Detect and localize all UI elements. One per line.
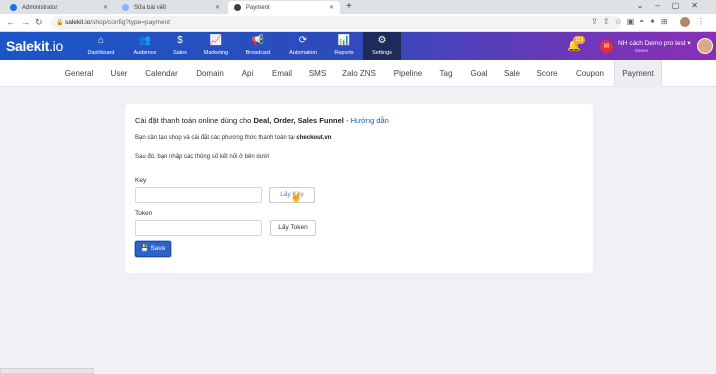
nav-dashboard[interactable]: ⌂ Dashboard [82, 35, 120, 56]
address-bar[interactable]: 🔒 salekit.io/shop/config?type=payment [51, 16, 621, 30]
nav-label: Sales [173, 50, 187, 56]
forward-arrow-icon[interactable]: → [21, 17, 30, 27]
tab-email[interactable]: Email [262, 60, 302, 87]
browser-tab-administrator[interactable]: Administrator ✕ [4, 1, 114, 14]
notification-badge: 113 [573, 36, 585, 44]
guide-link[interactable]: Hướng dẫn [351, 116, 389, 125]
logo-text: Salekit [6, 38, 50, 54]
browser-tab-payment[interactable]: Payment ✕ [228, 1, 340, 14]
tab-payment[interactable]: Payment [614, 60, 662, 87]
browser-tab-edit-post[interactable]: Sửa bài viết ✕ [116, 1, 226, 14]
close-icon[interactable]: ✕ [329, 4, 334, 11]
automation-icon: ⟳ [298, 35, 308, 46]
bar-chart-icon: 📊 [337, 35, 351, 46]
avatar[interactable] [697, 38, 713, 54]
mail-icon[interactable]: ✉ [600, 40, 613, 53]
dollar-icon: $ [177, 35, 183, 46]
lock-icon: 🔒 [56, 20, 64, 26]
tab-title: Payment [246, 4, 270, 11]
nav-audience[interactable]: 👥 Audience [126, 35, 164, 56]
nav-label: Audience [133, 50, 157, 56]
tab-title: Administrator [22, 4, 58, 11]
tab-pipeline[interactable]: Pipeline [385, 60, 431, 87]
close-icon[interactable]: ✕ [215, 4, 220, 11]
tab-api[interactable]: Api [233, 60, 262, 87]
checkout-domain: checkout.vn [296, 135, 332, 141]
payment-settings-card: Cài đặt thanh toán online dùng cho Deal,… [125, 104, 593, 273]
url-path: /shop/config?type=payment [90, 19, 170, 26]
instruction-line-2: Sau đó, bạn nhập các thông số kết nối ở … [135, 154, 269, 160]
tab-zalo-zns[interactable]: Zalo ZNS [333, 60, 385, 87]
tab-goal[interactable]: Goal [461, 60, 497, 87]
megaphone-icon: 📢 [251, 35, 265, 46]
browser-status-bar [0, 368, 94, 374]
nav-label: Settings [372, 50, 392, 56]
mouse-cursor-icon: ☝ [290, 192, 303, 203]
headline-bold: Deal, Order, Sales Funnel [253, 116, 344, 125]
nav-label: Automation [289, 50, 317, 56]
app-header: Salekit.io ⌂ Dashboard 👥 Audience $ Sale… [0, 32, 716, 60]
chart-up-icon: 📈 [209, 35, 223, 46]
headline-text: Cài đặt thanh toán online dùng cho [135, 116, 254, 125]
tab-domain[interactable]: Domain [187, 60, 233, 87]
gear-icon: ⚙ [377, 35, 387, 46]
nav-label: Broadcast [245, 50, 271, 56]
settings-subtabs: General User Calendar Domain Api Email S… [0, 60, 716, 87]
new-tab-button[interactable]: + [346, 1, 352, 12]
close-icon[interactable]: ✕ [103, 4, 108, 11]
save-button[interactable]: 💾 Save [135, 241, 171, 257]
nav-sales[interactable]: $ Sales [161, 35, 199, 56]
instruction-line-1: Bạn cần tạo shop và cài đặt các phương t… [135, 135, 331, 141]
tab-sms[interactable]: SMS [302, 60, 333, 87]
tab-user[interactable]: User [102, 60, 136, 87]
nav-label: Reports [334, 50, 354, 56]
people-icon: 👥 [138, 35, 152, 46]
nav-marketing[interactable]: 📈 Marketing [197, 35, 235, 56]
page-title: Cài đặt thanh toán online dùng cho Deal,… [135, 116, 389, 125]
chevron-down-icon: ▾ [687, 40, 691, 47]
tab-coupon[interactable]: Coupon [567, 60, 613, 87]
user-name-text: NH cách Demo pro test [618, 40, 686, 47]
home-icon: ⌂ [97, 35, 105, 46]
back-arrow-icon[interactable]: ← [6, 17, 15, 27]
reload-icon[interactable]: ↻ [35, 17, 43, 28]
tab-title: Sửa bài viết [134, 4, 167, 11]
nav-automation[interactable]: ⟳ Automation [284, 35, 322, 56]
window-controls[interactable]: ⌄–▢✕ [637, 1, 710, 10]
tab-tag[interactable]: Tag [431, 60, 461, 87]
browser-tab-strip: Administrator ✕ Sửa bài viết ✕ Payment ✕… [0, 0, 716, 14]
profile-avatar[interactable] [679, 17, 690, 27]
instruction-text: Bạn cần tạo shop và cài đặt các phương t… [135, 135, 297, 141]
tab-general[interactable]: General [56, 60, 102, 87]
salekit-logo[interactable]: Salekit.io [6, 38, 63, 54]
nav-broadcast[interactable]: 📢 Broadcast [239, 35, 277, 56]
salekit-favicon-icon [234, 4, 241, 11]
nav-reports[interactable]: 📊 Reports [325, 35, 363, 56]
user-name[interactable]: NH cách Demo pro test ▾ [618, 39, 691, 47]
admin-favicon-icon [10, 4, 17, 11]
get-token-button[interactable]: Lấy Token [270, 220, 316, 236]
tab-score[interactable]: Score [527, 60, 567, 87]
user-role: Owner [635, 48, 649, 53]
nav-settings[interactable]: ⚙ Settings [363, 32, 401, 60]
url-host: salekit.io [65, 19, 91, 26]
nav-label: Dashboard [87, 50, 115, 56]
extension-icons[interactable]: ⇪⇧☆▣◓✦⊞ ⋮ [591, 17, 710, 27]
token-input[interactable] [135, 220, 262, 236]
tab-sale[interactable]: Sale [497, 60, 527, 87]
token-label: Token [135, 210, 153, 217]
browser-toolbar: ← → ↻ 🔒 salekit.io/shop/config?type=paym… [0, 14, 716, 32]
key-label: Key [135, 177, 147, 184]
logo-suffix: .io [49, 38, 63, 54]
key-input[interactable] [135, 187, 262, 203]
floppy-disk-icon: 💾 [140, 245, 149, 252]
edit-favicon-icon [122, 4, 129, 11]
save-label: Save [150, 245, 166, 252]
tab-calendar[interactable]: Calendar [136, 60, 187, 87]
headline-separator: - [343, 116, 351, 125]
nav-label: Marketing [203, 50, 229, 56]
